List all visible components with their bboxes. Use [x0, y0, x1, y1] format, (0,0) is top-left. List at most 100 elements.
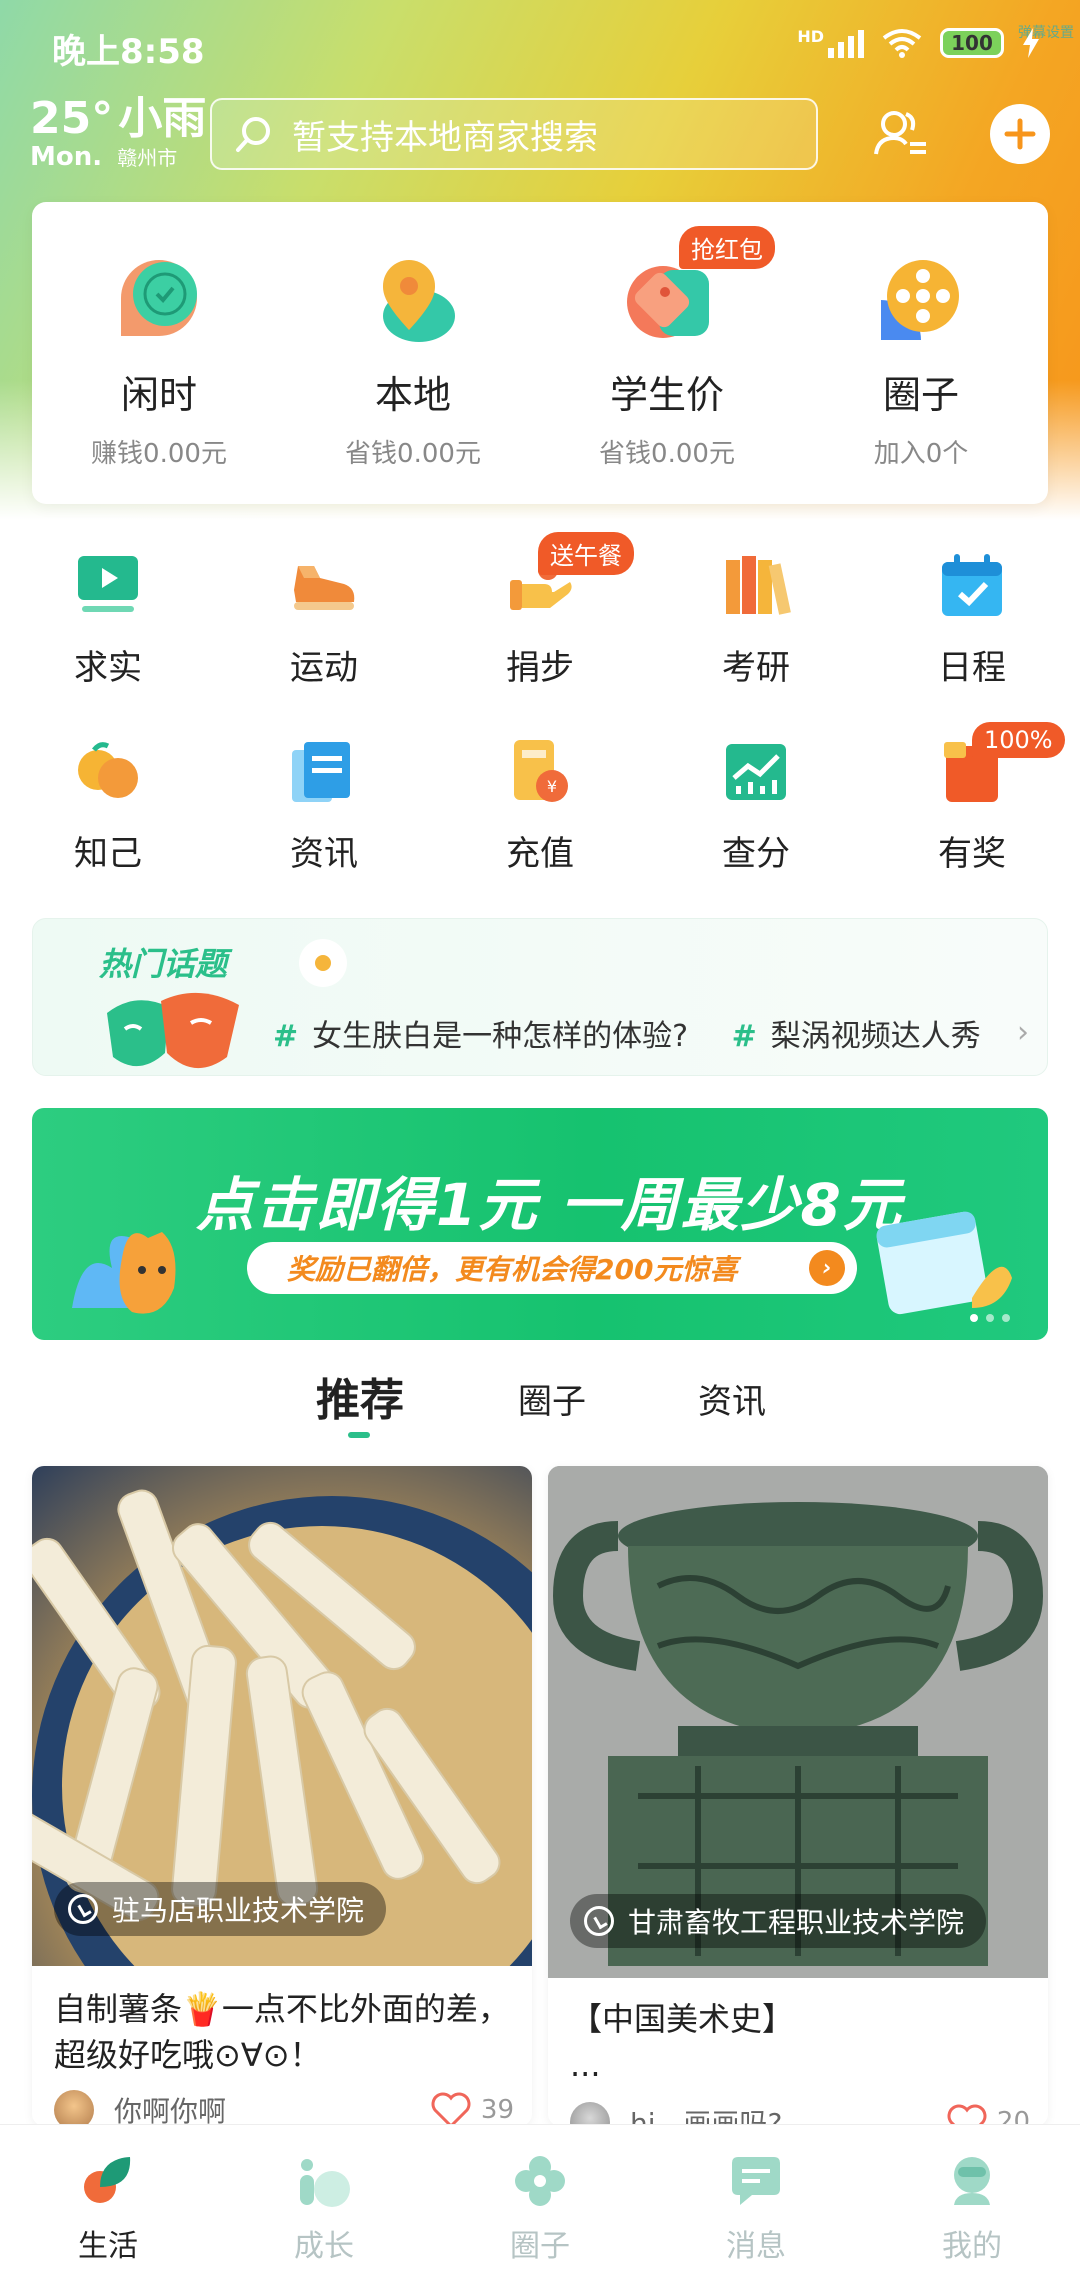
- grid-label: 有奖: [938, 834, 1006, 874]
- banner-cta[interactable]: 奖励已翻倍，更有机会得200元惊喜 ›: [247, 1242, 857, 1294]
- grid-item-recharge[interactable]: ¥ 充值: [432, 726, 648, 912]
- network-type: HD: [797, 26, 824, 46]
- avatar: [54, 2090, 94, 2126]
- circle-clover-icon: [512, 2153, 568, 2209]
- quick-item-student-price[interactable]: 抢红包 学生价 省钱0.00元: [540, 202, 794, 504]
- grid-label: 日程: [938, 648, 1006, 688]
- grid-label: 运动: [290, 648, 358, 688]
- author-name: hi，画画吗?: [630, 2107, 783, 2126]
- feed-author[interactable]: 你啊你啊: [54, 2090, 226, 2126]
- status-bar: 晚上8:58 弹幕设置 HD 100: [0, 22, 1080, 72]
- contacts-button[interactable]: [872, 104, 932, 164]
- feature-grid: 求实 运动 送午餐 捐步 考研 日程 知己 资讯 ¥ 充值 查分 100% 有奖: [0, 532, 1080, 912]
- feed-card[interactable]: 驻马店职业技术学院 自制薯条🍟一点不比外面的差，超级好吃哦⊙∀⊙！ 你啊你啊 3…: [32, 1466, 532, 2126]
- quick-entry-card: 闲时 赚钱0.00元 本地 省钱0.00元 抢红包 学生价 省钱0.00元 圈子…: [32, 202, 1048, 504]
- banner-cta-text: 奖励已翻倍，更有机会得200元惊喜: [287, 1253, 738, 1286]
- recharge-phone-icon: ¥: [504, 736, 576, 808]
- grid-item-donate[interactable]: 送午餐 捐步: [432, 532, 648, 726]
- chart-score-icon: [720, 736, 792, 808]
- hot-topic-item[interactable]: 梨涡视频达人秀: [771, 1019, 981, 1054]
- weather-city: 赣州市: [117, 146, 178, 170]
- promo-badge: 100%: [972, 722, 1065, 758]
- like-button[interactable]: 39: [431, 2092, 514, 2126]
- quick-sub: 赚钱0.00元: [91, 439, 227, 469]
- tab-circle[interactable]: 圈子: [518, 1374, 586, 1423]
- promo-banner[interactable]: 点击即得1元 一周最少8元 奖励已翻倍，更有机会得200元惊喜 ›: [32, 1108, 1048, 1340]
- grid-label: 捐步: [506, 648, 574, 688]
- grid-item-score[interactable]: 查分: [648, 726, 864, 912]
- charging-icon: [1023, 28, 1039, 58]
- top-bar: 25° 小雨 Mon. 赣州市 暂支持本地商家搜索: [0, 96, 1080, 176]
- chevron-right-icon[interactable]: ›: [1017, 1015, 1029, 1050]
- grid-item-prize[interactable]: 100% 有奖: [864, 722, 1080, 912]
- grid-item-zhiji[interactable]: 知己: [0, 726, 216, 912]
- heart-icon: [431, 2092, 471, 2126]
- grid-item-news[interactable]: 资讯: [216, 726, 432, 912]
- people-icon: [874, 111, 926, 155]
- signal-icon: [828, 28, 864, 58]
- feed-title: 【中国美术史】 ...: [570, 1996, 1030, 2088]
- price-tag-icon: 抢红包: [619, 226, 775, 346]
- mascot-icon: [72, 1232, 176, 1314]
- tab-news[interactable]: 资讯: [698, 1374, 766, 1423]
- grid-item-kaoyan[interactable]: 考研: [648, 540, 864, 726]
- location-tag[interactable]: 甘肃畜牧工程职业技术学院: [570, 1894, 987, 1948]
- nav-circle[interactable]: 圈子: [432, 2125, 648, 2280]
- search-input[interactable]: 暂支持本地商家搜索: [210, 98, 818, 170]
- hot-topics-card[interactable]: 热门话题 # 女生肤白是一种怎样的体验? # 梨涡视频达人秀 ›: [32, 918, 1048, 1076]
- nav-life[interactable]: 生活: [0, 2125, 216, 2280]
- grid-label: 知己: [74, 834, 142, 874]
- feed-card[interactable]: 甘肃畜牧工程职业技术学院 【中国美术史】 ... hi，画画吗? 20: [548, 1466, 1048, 2126]
- quick-sub: 加入0个: [873, 439, 969, 469]
- weather-widget[interactable]: 25° 小雨 Mon. 赣州市: [30, 93, 207, 173]
- quick-item-circle[interactable]: 圈子 加入0个: [794, 202, 1048, 504]
- growth-icon: [296, 2153, 352, 2209]
- grid-label: 资讯: [290, 834, 358, 874]
- message-bubble-icon: [728, 2153, 784, 2209]
- feed-title-line: 【中国美术史】: [570, 2000, 795, 2038]
- hash-icon: #: [273, 1019, 299, 1054]
- books-icon: [720, 550, 792, 622]
- compass-icon: [584, 1906, 614, 1936]
- feed-title: 自制薯条🍟一点不比外面的差，超级好吃哦⊙∀⊙！: [54, 1990, 510, 2074]
- arrow-right-icon: ›: [809, 1250, 845, 1286]
- film-reel-icon: [873, 250, 969, 346]
- fruit-icon: [72, 736, 144, 808]
- author-name: 你啊你啊: [114, 2095, 227, 2126]
- weather-condition: 小雨: [118, 93, 207, 144]
- nav-messages[interactable]: 消息: [648, 2125, 864, 2280]
- clock-icon: [111, 250, 207, 346]
- profile-icon: [944, 2153, 1000, 2209]
- banner-pagination: [970, 1314, 1010, 1322]
- location-tag[interactable]: 驻马店职业技术学院: [54, 1882, 387, 1936]
- like-button[interactable]: 20: [947, 2104, 1030, 2126]
- feed-author[interactable]: hi，画画吗?: [570, 2102, 782, 2126]
- nav-label: 消息: [726, 2229, 786, 2264]
- weather-temperature: 25°: [30, 93, 114, 144]
- quick-item-local[interactable]: 本地 省钱0.00元: [286, 202, 540, 504]
- sneaker-icon: [288, 550, 360, 622]
- grid-item-sport[interactable]: 运动: [216, 540, 432, 726]
- nav-growth[interactable]: 成长: [216, 2125, 432, 2280]
- grid-label: 查分: [722, 834, 790, 874]
- grid-label: 考研: [722, 648, 790, 688]
- quick-label: 学生价: [609, 373, 724, 417]
- location-text: 驻马店职业技术学院: [112, 1894, 365, 1927]
- quick-item-idle[interactable]: 闲时 赚钱0.00元: [32, 202, 286, 504]
- banner-headline: 点击即得1元 一周最少8元: [196, 1171, 903, 1239]
- promo-badge: 抢红包: [679, 226, 775, 269]
- grid-item-schedule[interactable]: 日程: [864, 540, 1080, 726]
- hot-topic-item[interactable]: 女生肤白是一种怎样的体验?: [312, 1019, 688, 1054]
- grid-item-qiushi[interactable]: 求实: [0, 540, 216, 726]
- donate-hand-icon: 送午餐: [504, 532, 634, 622]
- grid-label: 求实: [74, 648, 142, 688]
- tab-recommend[interactable]: 推荐: [316, 1364, 404, 1438]
- add-button[interactable]: [990, 104, 1050, 164]
- play-screen-icon: [72, 550, 144, 622]
- avatar: [570, 2102, 610, 2126]
- sun-deco-icon: [299, 939, 347, 987]
- grid-label: 充值: [506, 834, 574, 874]
- hot-topics-list: # 女生肤白是一种怎样的体验? # 梨涡视频达人秀: [273, 1011, 1015, 1055]
- like-count: 39: [480, 2095, 514, 2125]
- nav-profile[interactable]: 我的: [864, 2125, 1080, 2280]
